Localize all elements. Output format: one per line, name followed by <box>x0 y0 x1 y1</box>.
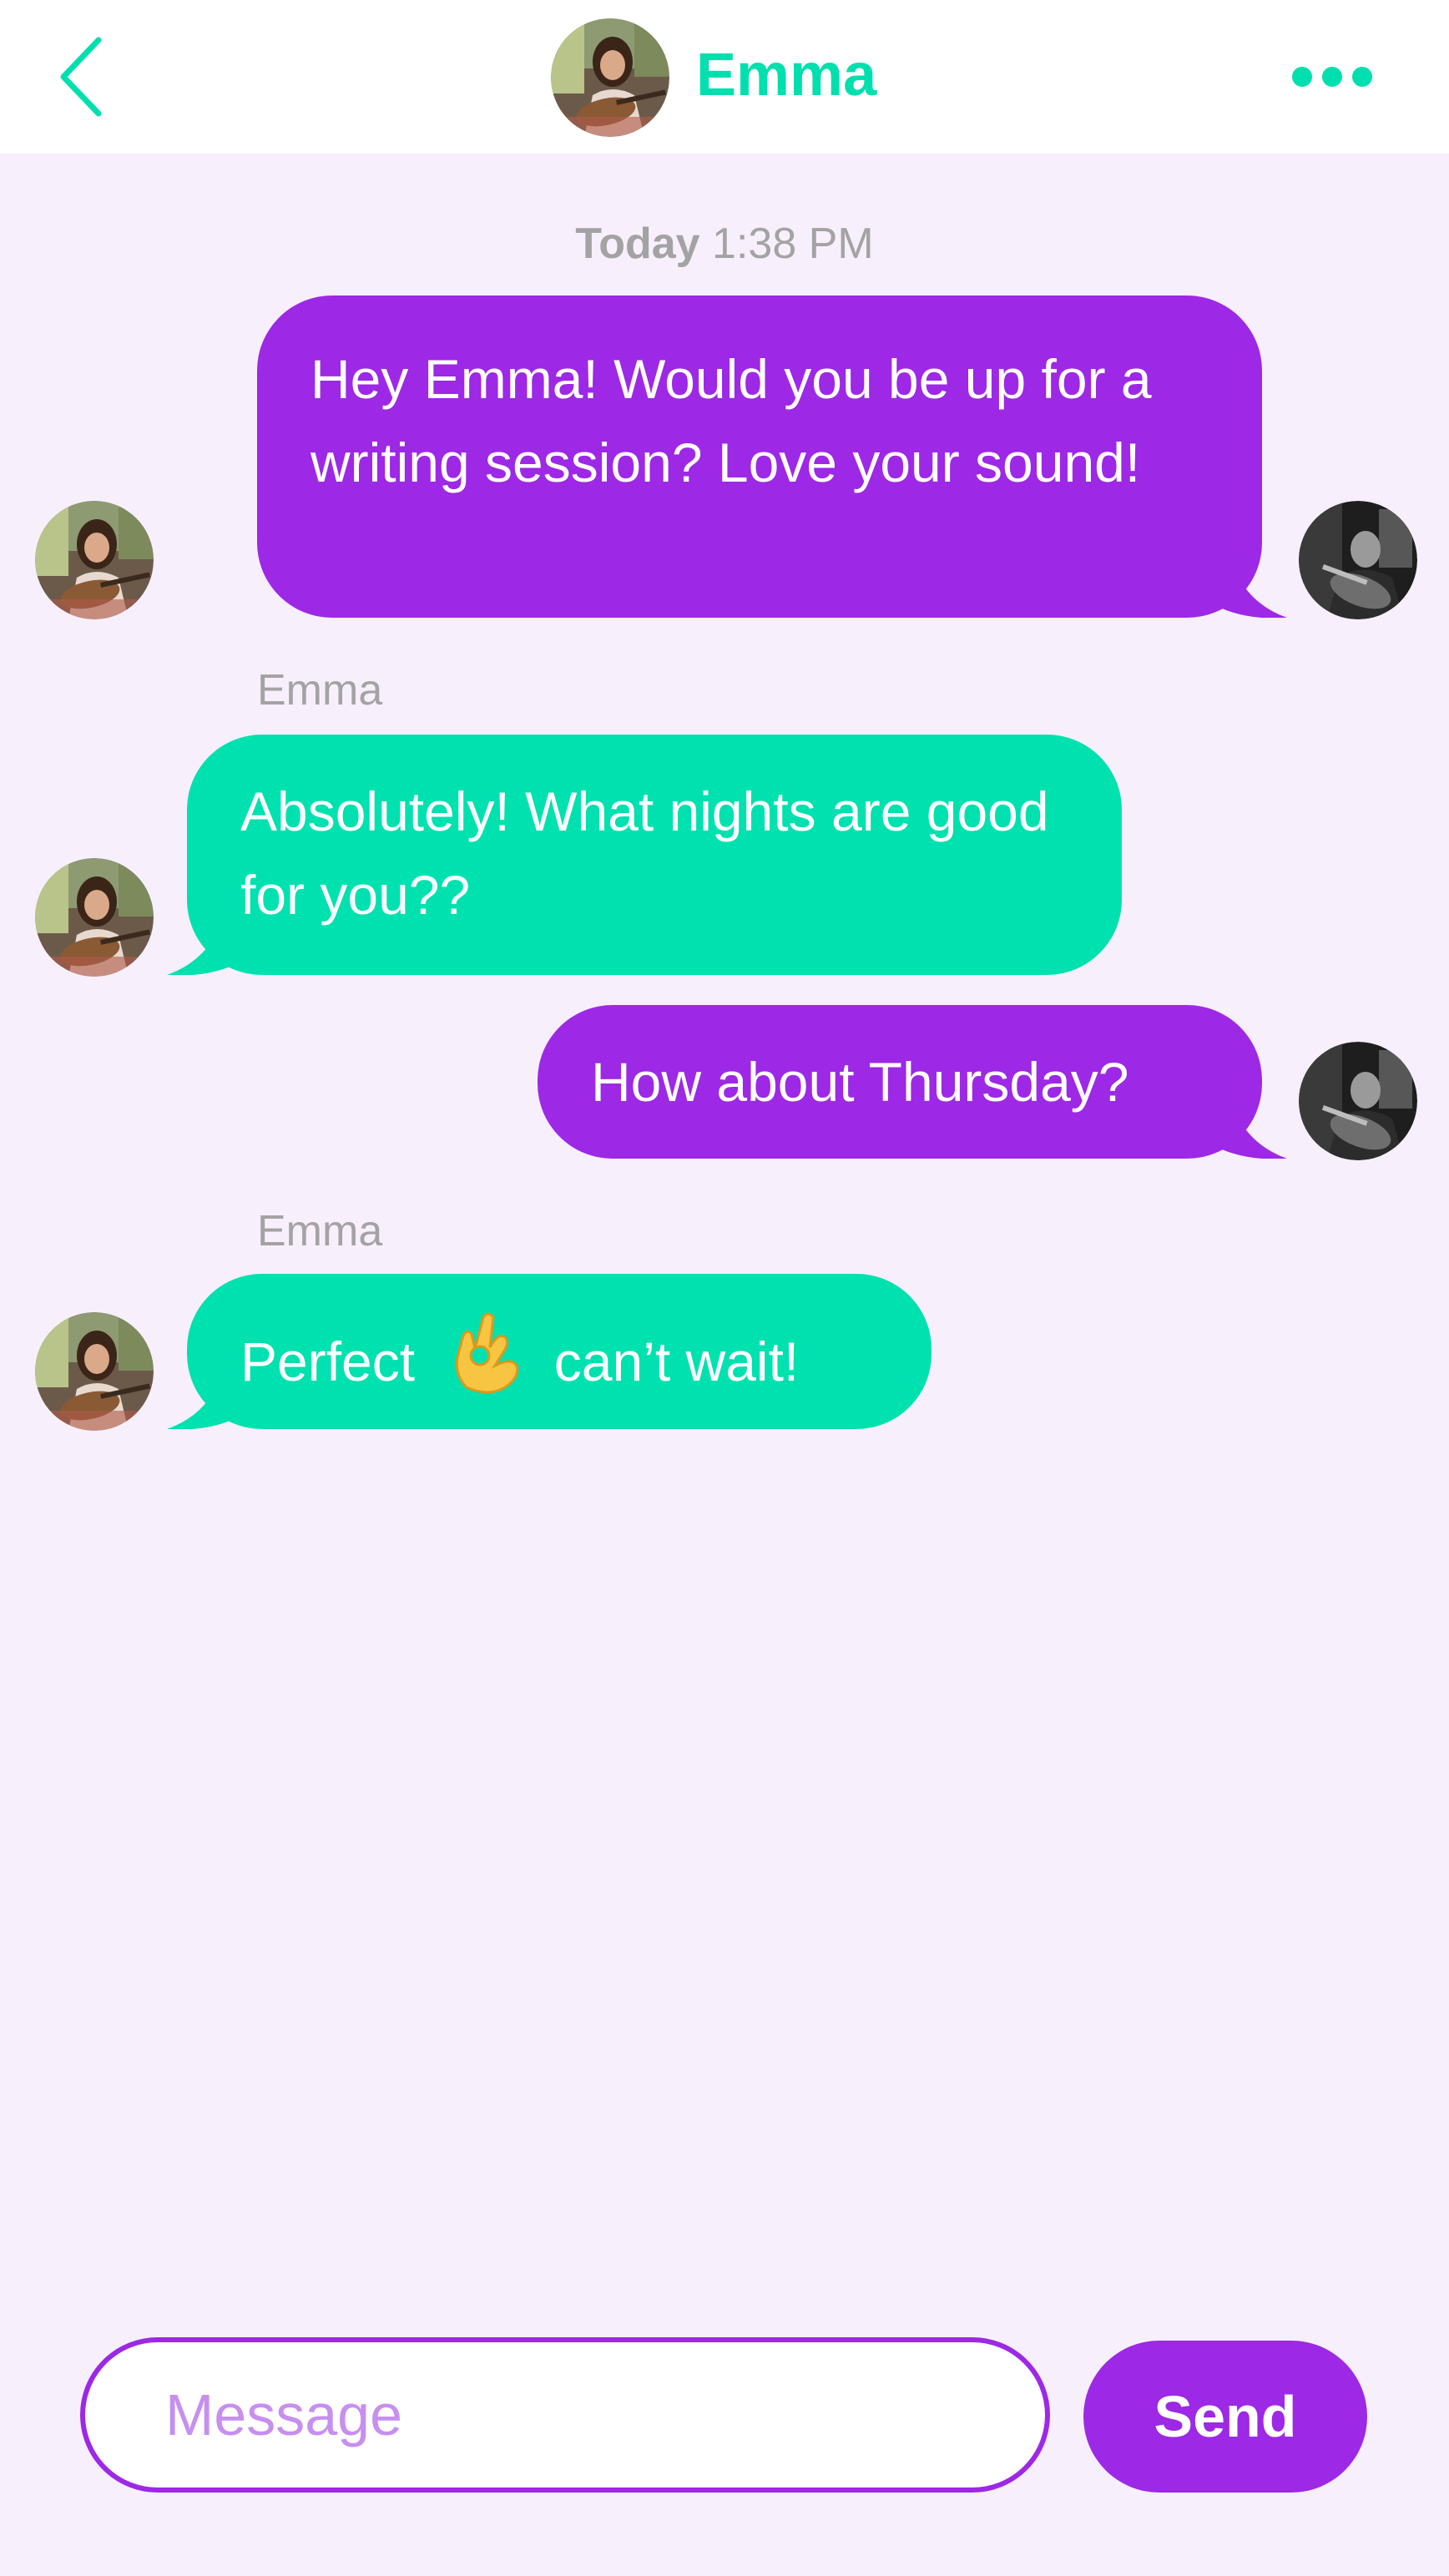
conversation-timestamp: Today 1:38 PM <box>0 212 1449 275</box>
outgoing-message-bubble[interactable]: How about Thursday? <box>538 1005 1262 1159</box>
message-text-before: Perfect <box>240 1331 416 1392</box>
ok-hand-icon <box>456 1312 519 1394</box>
message-text: How about Thursday? <box>591 1051 1129 1113</box>
timestamp-time: 1:38 PM <box>712 220 874 268</box>
user-avatar[interactable] <box>1299 1042 1417 1160</box>
chevron-left-icon <box>60 37 102 117</box>
user-avatar[interactable] <box>1299 501 1417 619</box>
contact-avatar[interactable] <box>35 501 154 619</box>
contact-avatar[interactable] <box>551 18 669 137</box>
contact-avatar[interactable] <box>35 858 154 977</box>
incoming-message-bubble[interactable]: Absolutely! What nights are good for you… <box>187 735 1122 975</box>
chat-header: Emma <box>0 0 1449 154</box>
sender-name: Emma <box>257 1207 383 1255</box>
ellipsis-icon <box>1292 67 1372 87</box>
message-text-after: can’t wait! <box>553 1331 800 1392</box>
message-text: Absolutely! What nights are good for you… <box>240 780 1049 926</box>
timestamp-day: Today <box>575 220 700 268</box>
incoming-message-bubble[interactable]: Perfect can’t wait! <box>187 1274 932 1429</box>
send-button[interactable]: Send <box>1083 2341 1367 2493</box>
message-input[interactable] <box>80 2337 1050 2493</box>
contact-avatar[interactable] <box>35 1312 154 1431</box>
more-options-button[interactable] <box>1290 53 1374 100</box>
outgoing-message-bubble[interactable]: Hey Emma! Would you be up for a writing … <box>257 295 1262 618</box>
sender-name: Emma <box>257 666 383 715</box>
contact-name[interactable]: Emma <box>696 37 876 114</box>
back-button[interactable] <box>52 33 119 120</box>
message-text: Hey Emma! Would you be up for a writing … <box>310 348 1152 493</box>
